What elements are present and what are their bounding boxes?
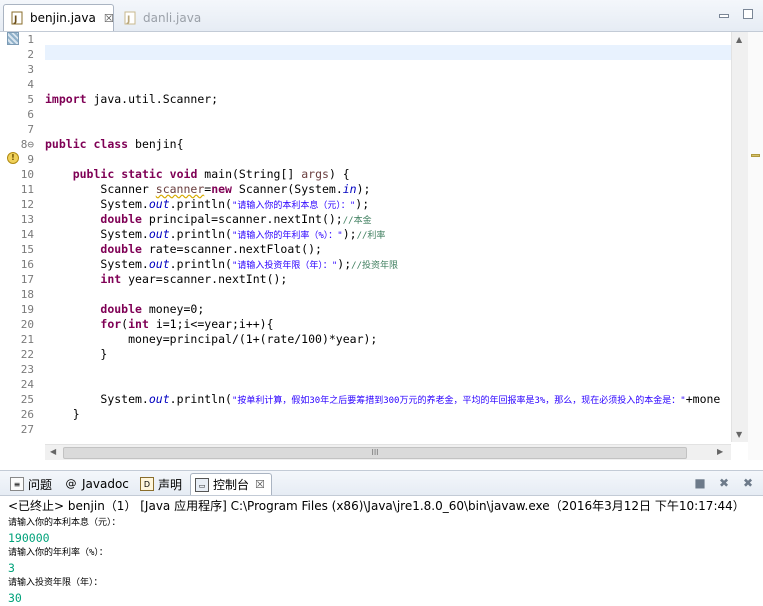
vertical-scrollbar[interactable]: ▲ ▼	[731, 32, 748, 442]
code-line-3: import java.util.Scanner;	[45, 92, 219, 106]
line-number: 9	[27, 153, 34, 166]
code-line-11: double principal=scanner.nextInt();//本金	[100, 212, 372, 226]
line-number: 5	[27, 93, 34, 106]
close-icon[interactable]: ☒	[104, 12, 114, 25]
tab-label: Javadoc	[82, 477, 129, 491]
tab-label: benjin.java	[30, 11, 96, 25]
code-line-17: double money=0;	[100, 302, 205, 316]
line-number: 1	[27, 33, 34, 46]
tab-label: 声明	[158, 477, 183, 492]
line-number: 18	[20, 288, 34, 301]
java-file-icon: J	[123, 11, 137, 25]
console-line: 请输入投资年限（年）：	[8, 578, 103, 588]
line-number: 16	[20, 258, 34, 271]
tab-declaration[interactable]: D 声明	[136, 473, 186, 495]
remove-launch-icon[interactable]: ✖	[717, 476, 731, 490]
declaration-icon: D	[140, 477, 154, 491]
console-status-header: <已终止> benjin（1） [Java 应用程序] C:\Program F…	[0, 496, 763, 516]
scroll-down-icon[interactable]: ▼	[736, 430, 742, 439]
svg-text:J: J	[126, 15, 130, 25]
problems-icon: ≡	[10, 477, 24, 491]
console-output[interactable]: 请输入你的本利本息（元）： 190000 请输入你的年利率（%）： 3 请输入投…	[0, 516, 763, 606]
line-number: 3	[27, 63, 34, 76]
overview-ruler[interactable]	[748, 32, 763, 460]
code-line-20: }	[100, 347, 108, 361]
minimize-icon[interactable]	[719, 14, 729, 18]
line-number: 12	[20, 198, 34, 211]
scroll-up-icon[interactable]: ▲	[736, 35, 742, 44]
line-number: 21	[20, 333, 34, 346]
tab-label: danli.java	[143, 10, 202, 25]
line-number: 20	[20, 318, 34, 331]
editor-tab-bar: J benjin.java ☒ J danli.java	[0, 0, 763, 32]
code-line-10: System.out.println("请输入你的本利本息（元）：");	[100, 197, 370, 211]
line-number: 25	[20, 393, 34, 406]
code-line-19: money=principal/(1+(rate/100)*year);	[128, 332, 378, 346]
warning-marker[interactable]	[751, 154, 760, 157]
line-number: 23	[20, 363, 34, 376]
code-line-15: int year=scanner.nextInt();	[100, 272, 288, 286]
line-number: 7	[27, 123, 34, 136]
tab-javadoc[interactable]: @ Javadoc	[60, 473, 133, 495]
tab-label: 控制台	[213, 478, 250, 492]
console-icon: ▭	[195, 477, 209, 492]
tab-danli-java[interactable]: J danli.java	[117, 4, 217, 31]
tab-problems[interactable]: ≡ 问题	[6, 473, 56, 495]
code-text-area[interactable]: import java.util.Scanner; public class b…	[45, 32, 731, 442]
maximize-icon[interactable]	[743, 9, 753, 19]
tab-console[interactable]: ▭ 控制台 ☒	[190, 473, 272, 495]
line-number: 26	[20, 408, 34, 421]
line-number: 8⊖	[20, 138, 34, 151]
remove-all-terminated-icon[interactable]: ✖	[741, 476, 755, 490]
line-number: 11	[20, 183, 34, 196]
console-line: 请输入你的年利率（%）：	[8, 548, 108, 558]
java-file-icon: J	[10, 11, 24, 25]
horizontal-scroll-thumb[interactable]: III	[63, 447, 687, 459]
console-toolbar: ■ ✖ ✖	[693, 476, 755, 490]
tab-label: 问题	[28, 477, 53, 492]
code-line-12: System.out.println("请输入你的年利率（%）：");//利率	[100, 227, 386, 241]
code-line-14: System.out.println("请输入投资年限（年）：");//投资年限	[100, 257, 398, 271]
line-number: 15	[20, 243, 34, 256]
code-editor[interactable]: ! 1 2 3 4 5 6 7 8⊖ 9 10 11 12 13 14 15 16 17 18 19 20 21 22 23…	[0, 32, 763, 460]
code-line-9: Scanner scanner=new Scanner(System.in);	[100, 182, 371, 196]
line-number: 24	[20, 378, 34, 391]
at-icon: @	[65, 477, 77, 490]
line-number: 10	[20, 168, 34, 181]
line-number: 13	[20, 213, 34, 226]
svg-text:J: J	[13, 15, 17, 25]
code-line-13: double rate=scanner.nextFloat();	[100, 242, 322, 256]
line-number: 17	[20, 273, 34, 286]
console-line: 请输入你的本利本息（元）：	[8, 518, 121, 528]
code-line-24: }	[72, 407, 80, 421]
console-tab-bar: ≡ 问题 @ Javadoc D 声明 ▭ 控制台 ☒ ■ ✖ ✖	[0, 470, 763, 496]
console-line: 190000	[8, 531, 50, 545]
console-line: 3	[8, 561, 15, 575]
code-line-23: System.out.println("按单利计算，假如30年之后要筹措到300…	[100, 392, 721, 406]
console-line: 30	[8, 591, 22, 605]
window-controls	[719, 9, 753, 19]
line-number: 14	[20, 228, 34, 241]
code-line-18: for(int i=1;i<=year;i++){	[100, 317, 274, 331]
line-number: 19	[20, 303, 34, 316]
code-line-6: public class benjin{	[45, 137, 184, 151]
code-line-8: public static void main(String[] args) {	[72, 167, 350, 181]
scroll-left-icon[interactable]: ◀	[50, 447, 56, 456]
tab-benjin-java[interactable]: J benjin.java ☒	[3, 4, 114, 31]
line-number: 2	[27, 48, 34, 61]
scroll-grip: III	[371, 448, 379, 457]
line-number: 4	[27, 78, 34, 91]
line-number: 27	[20, 423, 34, 436]
line-number-ruler: ! 1 2 3 4 5 6 7 8⊖ 9 10 11 12 13 14 15 16 17 18 19 20 21 22 23…	[0, 32, 42, 442]
horizontal-scrollbar[interactable]: ◀ III ▶	[45, 444, 731, 460]
line-number: 6	[27, 108, 34, 121]
scroll-right-icon[interactable]: ▶	[717, 447, 723, 456]
close-icon[interactable]: ☒	[255, 478, 265, 491]
terminate-icon[interactable]: ■	[693, 476, 707, 490]
line-number: 22	[20, 348, 34, 361]
